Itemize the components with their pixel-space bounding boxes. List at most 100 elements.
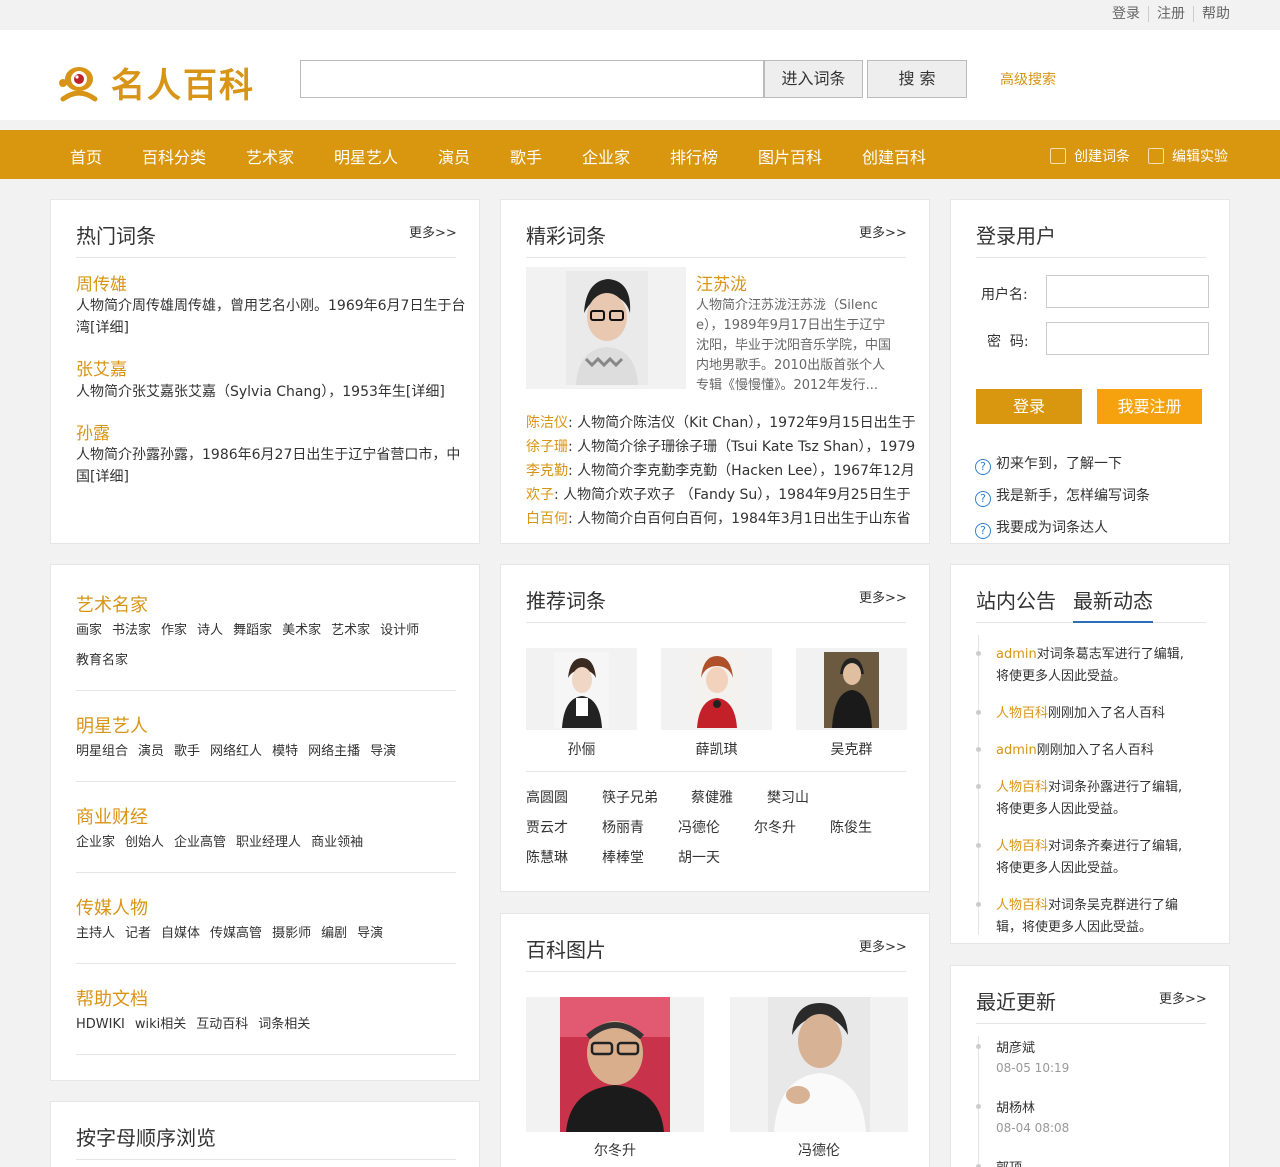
featured-photo[interactable] [526,267,686,389]
password-field[interactable] [1046,322,1209,355]
category-title[interactable]: 商业财经 [76,803,148,829]
tag-link[interactable]: 艺术家 [331,623,370,638]
tag-link[interactable]: 书法家 [112,623,151,638]
feed-user[interactable]: 人物百科 [996,706,1048,721]
tag-link[interactable]: 编剧 [321,926,347,941]
help-link-1[interactable]: ? 初来乍到，了解一下 [975,453,1122,475]
tag-link[interactable]: 画家 [76,623,102,638]
tag-link[interactable]: 职业经理人 [236,835,301,850]
tag-link[interactable]: 演员 [138,744,164,759]
name-link[interactable]: 杨丽青 [602,817,644,837]
search-input[interactable] [300,60,764,98]
help-link-2[interactable]: ? 我是新手，怎样编写词条 [975,485,1150,507]
name-link[interactable]: 陈慧琳 [526,847,568,867]
picture-caption[interactable]: 冯德伦 [730,1140,908,1160]
nav-entrepreneurs[interactable]: 企业家 [582,144,630,168]
name-link[interactable]: 高圆圆 [526,787,568,807]
tag-link[interactable]: 模特 [272,744,298,759]
tab-latest-activity[interactable]: 最新动态 [1073,585,1153,614]
entry-desc[interactable]: 湾[详细] [76,318,129,339]
category-title[interactable]: 帮助文档 [76,985,148,1011]
site-logo[interactable]: 名人百科 [55,58,255,107]
more-link[interactable]: 更多>> [859,936,907,955]
nav-categories[interactable]: 百科分类 [142,144,206,168]
tag-link[interactable]: 传媒高管 [210,926,262,941]
register-button[interactable]: 我要注册 [1097,389,1202,424]
tag-link[interactable]: 记者 [125,926,151,941]
tag-link[interactable]: 摄影师 [272,926,311,941]
tag-link[interactable]: 主持人 [76,926,115,941]
tag-link[interactable]: 设计师 [380,623,419,638]
register-link[interactable]: 注册 [1149,6,1194,22]
recommend-name[interactable]: 吴克群 [796,739,907,759]
feed-user[interactable]: 人物百科 [996,780,1048,795]
recommend-photo[interactable] [661,648,772,730]
create-entry-link[interactable]: 创建词条 [1050,146,1130,166]
nav-stars[interactable]: 明星艺人 [334,144,398,168]
nav-home[interactable]: 首页 [70,144,102,168]
tag-link[interactable]: 互动百科 [196,1017,248,1032]
nav-artists[interactable]: 艺术家 [246,144,294,168]
name-link[interactable]: 樊习山 [767,787,809,807]
nav-actors[interactable]: 演员 [438,144,470,168]
recommend-name[interactable]: 薛凯琪 [661,739,772,759]
tab-announcements[interactable]: 站内公告 [976,585,1056,614]
tag-link[interactable]: 舞蹈家 [233,623,272,638]
search-button[interactable]: 搜 索 [867,60,967,98]
tag-link[interactable]: 企业高管 [174,835,226,850]
nav-create[interactable]: 创建百科 [862,144,926,168]
more-link[interactable]: 更多>> [1159,988,1207,1007]
name-link[interactable]: 冯德伦 [678,817,720,837]
more-link[interactable]: 更多>> [859,222,907,241]
tag-link[interactable]: HDWIKI [76,1017,125,1032]
feed-user[interactable]: 人物百科 [996,839,1048,854]
tag-link[interactable]: 词条相关 [258,1017,310,1032]
tag-link[interactable]: 商业领袖 [311,835,363,850]
help-link-3[interactable]: ? 我要成为词条达人 [975,517,1108,539]
picture-card[interactable] [730,997,908,1132]
entry-name[interactable]: 孙露 [76,419,110,444]
featured-name[interactable]: 汪苏泷 [696,270,747,295]
feed-user[interactable]: 人物百科 [996,898,1048,913]
help-link[interactable]: 帮助 [1194,6,1230,22]
entry-link[interactable]: 白百何 [526,511,568,527]
recommend-photo[interactable] [526,648,637,730]
category-title[interactable]: 明星艺人 [76,712,148,738]
name-link[interactable]: 尔冬升 [754,817,796,837]
category-title[interactable]: 传媒人物 [76,894,148,920]
recommend-name[interactable]: 孙俪 [526,739,637,759]
entry-link[interactable]: 欢子 [526,487,554,503]
name-link[interactable]: 陈俊生 [830,817,872,837]
tag-link[interactable]: 作家 [161,623,187,638]
tag-link[interactable]: 创始人 [125,835,164,850]
tag-link[interactable]: 明星组合 [76,744,128,759]
tag-link[interactable]: 网络红人 [210,744,262,759]
tag-link[interactable]: wiki相关 [135,1017,186,1032]
name-link[interactable]: 蔡健雅 [691,787,733,807]
entry-desc[interactable]: 国[详细] [76,467,129,488]
name-link[interactable]: 胡一天 [678,847,720,867]
login-button[interactable]: 登录 [976,389,1082,424]
login-link[interactable]: 登录 [1104,6,1149,22]
tag-link[interactable]: 企业家 [76,835,115,850]
nav-singers[interactable]: 歌手 [510,144,542,168]
tag-link[interactable]: 诗人 [197,623,223,638]
more-link[interactable]: 更多>> [859,587,907,606]
tag-link[interactable]: 歌手 [174,744,200,759]
advanced-search-link[interactable]: 高级搜索 [1000,69,1056,89]
entry-link[interactable]: 徐子珊 [526,439,568,455]
recent-item-name[interactable]: 胡杨林 [996,1097,1035,1116]
edit-lab-link[interactable]: 编辑实验 [1148,146,1228,166]
entry-link[interactable]: 李克勤 [526,463,568,479]
tag-link[interactable]: 导演 [370,744,396,759]
nav-rankings[interactable]: 排行榜 [670,144,718,168]
tag-link[interactable]: 教育名家 [76,653,128,668]
feed-user[interactable]: admin [996,743,1037,758]
picture-card[interactable] [526,997,704,1132]
recommend-photo[interactable] [796,648,907,730]
tag-link[interactable]: 导演 [357,926,383,941]
recent-item-name[interactable]: 胡彦斌 [996,1037,1035,1056]
entry-name[interactable]: 周传雄 [76,270,127,295]
tag-link[interactable]: 自媒体 [161,926,200,941]
feed-user[interactable]: admin [996,647,1037,662]
